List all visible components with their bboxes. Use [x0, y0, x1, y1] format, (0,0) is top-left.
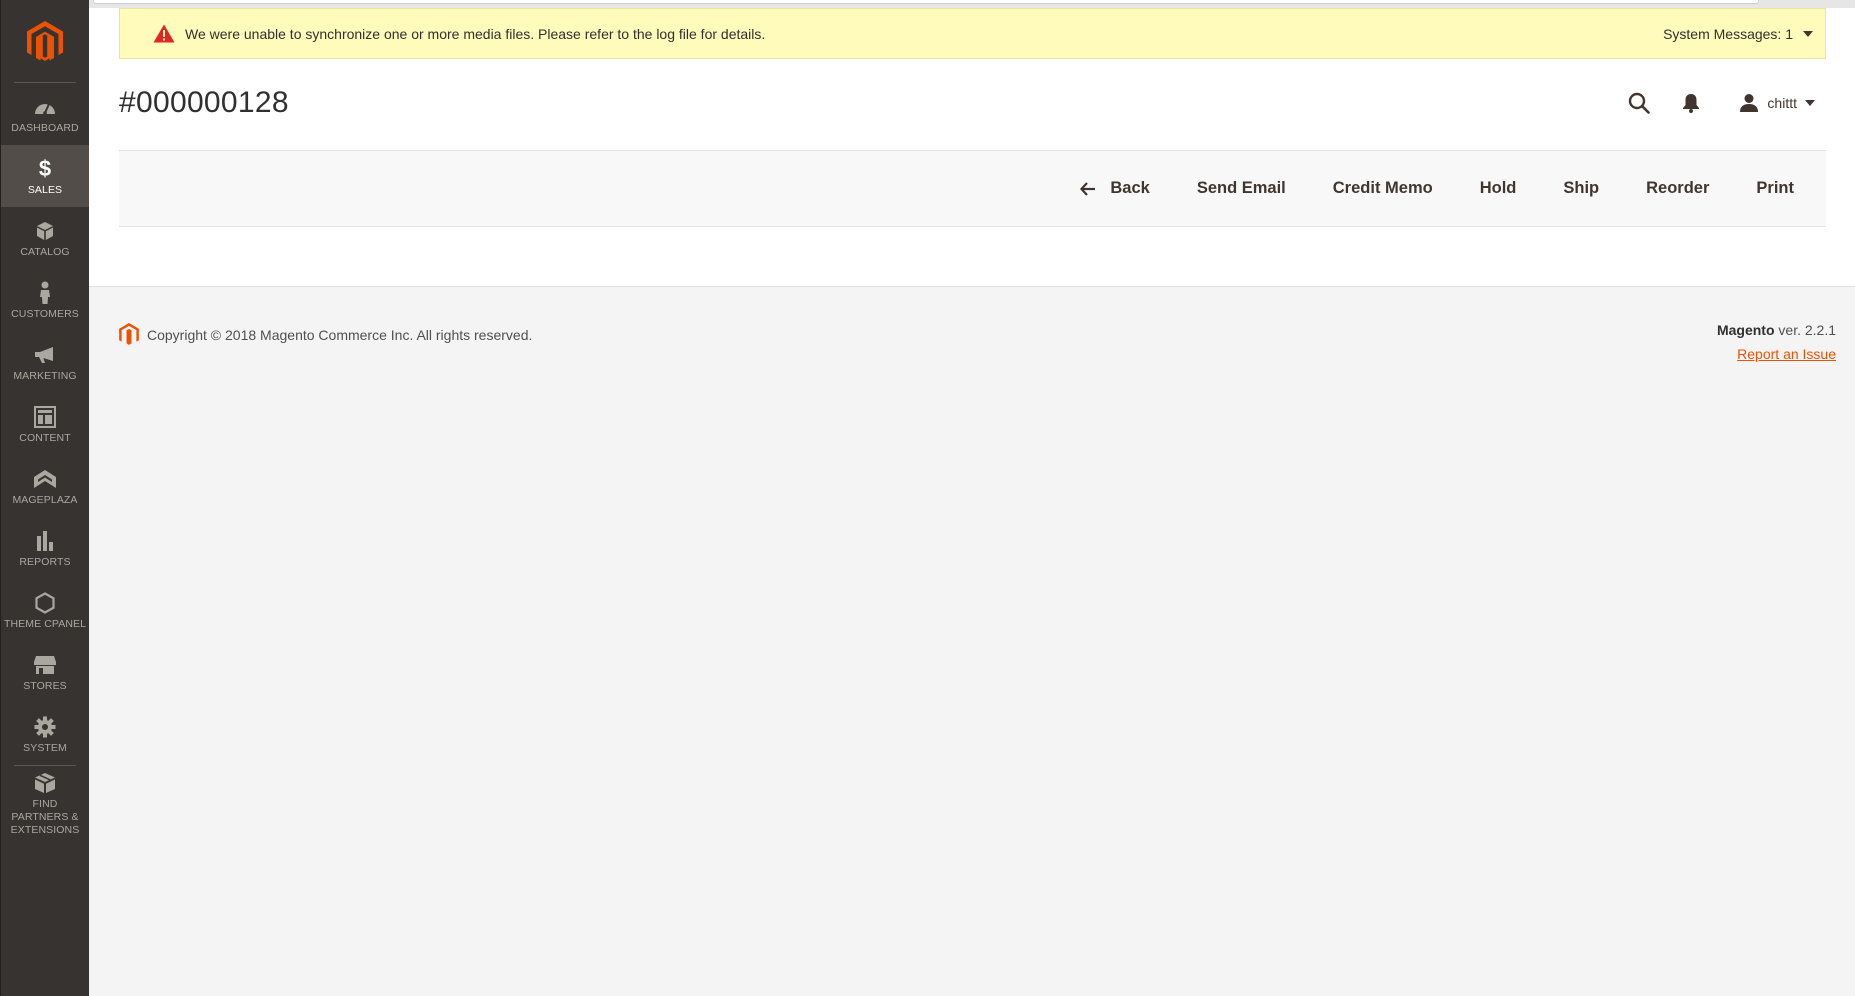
caret-down-icon — [1805, 100, 1815, 106]
footer-version: ver. 2.2.1 — [1778, 322, 1836, 338]
nav-reports[interactable]: Reports — [1, 517, 89, 579]
footer-version-block: Magento ver. 2.2.1 Report an Issue — [1717, 318, 1836, 366]
dollar-icon: $ — [38, 155, 52, 181]
horizontal-scrollbar[interactable] — [89, 0, 1855, 8]
arrow-left-icon — [1080, 181, 1096, 196]
nav-marketing-label: Marketing — [13, 369, 77, 382]
magento-logo-link[interactable] — [1, 0, 89, 83]
credit-memo-button[interactable]: Credit Memo — [1333, 179, 1433, 198]
nav-customers-label: Customers — [11, 307, 79, 320]
layout-icon — [34, 404, 56, 430]
mageplaza-icon — [33, 466, 57, 492]
nav-mageplaza[interactable]: Mageplaza — [1, 455, 89, 517]
system-message-text: We were unable to synchronize one or mor… — [185, 25, 766, 42]
megaphone-icon — [34, 342, 56, 368]
system-message-bar: We were unable to synchronize one or mor… — [119, 8, 1826, 59]
caret-down-icon — [1803, 30, 1813, 37]
nav-catalog-label: Catalog — [20, 245, 70, 258]
reorder-button[interactable]: Reorder — [1646, 179, 1709, 198]
nav-marketing[interactable]: Marketing — [1, 331, 89, 393]
warning-icon — [153, 24, 175, 43]
nav-theme-cpanel[interactable]: Theme Cpanel — [1, 579, 89, 641]
nav-theme-cpanel-label: Theme Cpanel — [3, 617, 87, 630]
system-messages-toggle[interactable]: System Messages: 1 — [1663, 26, 1813, 42]
page-title: #000000128 — [119, 86, 289, 119]
store-icon — [33, 652, 57, 678]
bell-icon — [1683, 94, 1700, 113]
hexagon-icon — [35, 590, 55, 616]
footer-copyright: Copyright © 2018 Magento Commerce Inc. A… — [119, 323, 532, 346]
nav-dashboard[interactable]: Dashboard — [1, 83, 89, 145]
box-icon — [34, 770, 56, 796]
back-button-label: Back — [1110, 179, 1150, 197]
nav-find-partners[interactable]: Find Partners & Extensions — [1, 766, 89, 840]
user-icon — [1740, 94, 1759, 112]
admin-sidebar: Dashboard $ Sales Catalog Customers Mark… — [0, 0, 89, 996]
footer-brand: Magento — [1716, 322, 1775, 338]
hold-button[interactable]: Hold — [1480, 179, 1517, 198]
page-actions-toolbar: Back Send Email Credit Memo Hold Ship Re… — [119, 150, 1826, 227]
search-icon — [1629, 92, 1651, 114]
gear-icon — [34, 714, 56, 740]
cube-icon — [36, 218, 54, 244]
scrollbar-thumb[interactable] — [93, 0, 1759, 4]
header-actions: chittt — [1613, 88, 1855, 118]
print-button[interactable]: Print — [1756, 179, 1794, 198]
notifications-button[interactable] — [1665, 88, 1717, 118]
dashboard-icon — [34, 94, 56, 120]
nav-reports-label: Reports — [19, 555, 71, 568]
nav-content[interactable]: Content — [1, 393, 89, 455]
nav-system-label: System — [23, 741, 67, 754]
magento-logo-small-icon — [119, 323, 139, 345]
admin-user-name: chittt — [1767, 95, 1797, 111]
admin-user-menu[interactable]: chittt — [1739, 93, 1815, 113]
nav-system[interactable]: System — [1, 703, 89, 765]
nav-customers[interactable]: Customers — [1, 269, 89, 331]
person-icon — [38, 280, 52, 306]
ship-button[interactable]: Ship — [1563, 179, 1599, 198]
nav-mageplaza-label: Mageplaza — [12, 493, 78, 506]
global-search-button[interactable] — [1613, 88, 1665, 118]
nav-stores[interactable]: Stores — [1, 641, 89, 703]
nav-sales-label: Sales — [27, 183, 63, 196]
magento-logo-icon — [27, 20, 63, 61]
footer-copyright-text: Copyright © 2018 Magento Commerce Inc. A… — [147, 326, 533, 343]
nav-find-partners-label: Find Partners & Extensions — [10, 797, 80, 836]
nav-dashboard-label: Dashboard — [11, 121, 79, 134]
nav-sales[interactable]: $ Sales — [1, 145, 89, 207]
report-issue-link[interactable]: Report an Issue — [1737, 346, 1836, 362]
nav-catalog[interactable]: Catalog — [1, 207, 89, 269]
send-email-button[interactable]: Send Email — [1197, 179, 1286, 198]
back-button[interactable]: Back — [1080, 179, 1150, 198]
nav-stores-label: Stores — [23, 679, 67, 692]
bar-chart-icon — [35, 528, 55, 554]
nav-content-label: Content — [19, 431, 71, 444]
system-messages-count: System Messages: 1 — [1663, 25, 1793, 42]
